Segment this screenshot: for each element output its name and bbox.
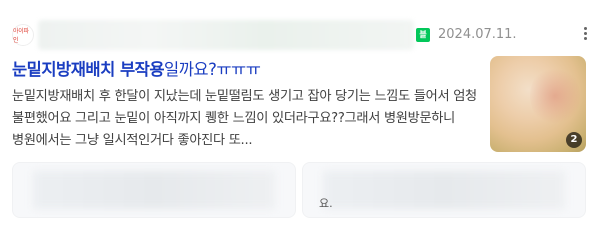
result-thumbnail[interactable]: 2	[490, 56, 586, 152]
more-options-icon[interactable]	[579, 25, 591, 45]
title-rest: 일까요?ㅠㅠㅠ	[164, 60, 261, 79]
result-snippet: 눈밑지방재배치 후 한달이 지났는데 눈밑떨림도 생기고 잡아 당기는 느낌도 …	[12, 89, 477, 148]
related-card-text: 요.	[319, 197, 333, 210]
post-date: 2024.07.11.	[438, 27, 517, 42]
blurred-content	[33, 171, 275, 209]
related-card-2[interactable]: 요.	[302, 162, 586, 218]
related-card-1[interactable]	[12, 162, 296, 218]
result-title-link[interactable]: 눈밑지방재배치 부작용일까요?ㅠㅠㅠ	[12, 56, 261, 80]
image-count-badge: 2	[566, 132, 582, 148]
result-header: 아이파인 블로그 2024.07.11.	[10, 14, 591, 67]
title-highlight: 눈밑지방재배치 부작용	[12, 60, 165, 79]
thumbnail-image	[530, 66, 580, 126]
blog-badge-icon: 블로그	[416, 28, 430, 67]
blog-avatar[interactable]: 아이파인	[12, 24, 34, 46]
blurred-blog-name[interactable]	[38, 20, 414, 50]
blurred-content	[323, 171, 565, 209]
